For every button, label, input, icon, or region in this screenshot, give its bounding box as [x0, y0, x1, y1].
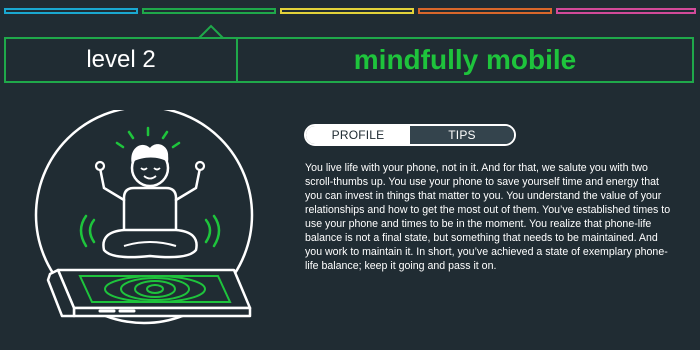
level-tab-5[interactable]: [556, 8, 696, 14]
level-tab-1[interactable]: [4, 8, 138, 14]
tab-tips[interactable]: TIPS: [410, 126, 514, 144]
level-tab-4[interactable]: [418, 8, 552, 14]
level-tab-2[interactable]: [142, 8, 276, 14]
level-name: mindfully mobile: [353, 44, 577, 75]
tab-profile[interactable]: PROFILE: [306, 126, 410, 144]
profile-description: You live life with your phone, not in it…: [305, 162, 671, 272]
level-label: level 2: [86, 46, 156, 73]
meditating-person-on-phone-icon: [34, 110, 254, 325]
profile-tips-toggle: PROFILE TIPS: [304, 124, 516, 146]
level-indicator: [0, 0, 700, 20]
level-header: level 2 mindfully mobile: [4, 37, 694, 83]
level-tab-3[interactable]: [280, 8, 414, 14]
